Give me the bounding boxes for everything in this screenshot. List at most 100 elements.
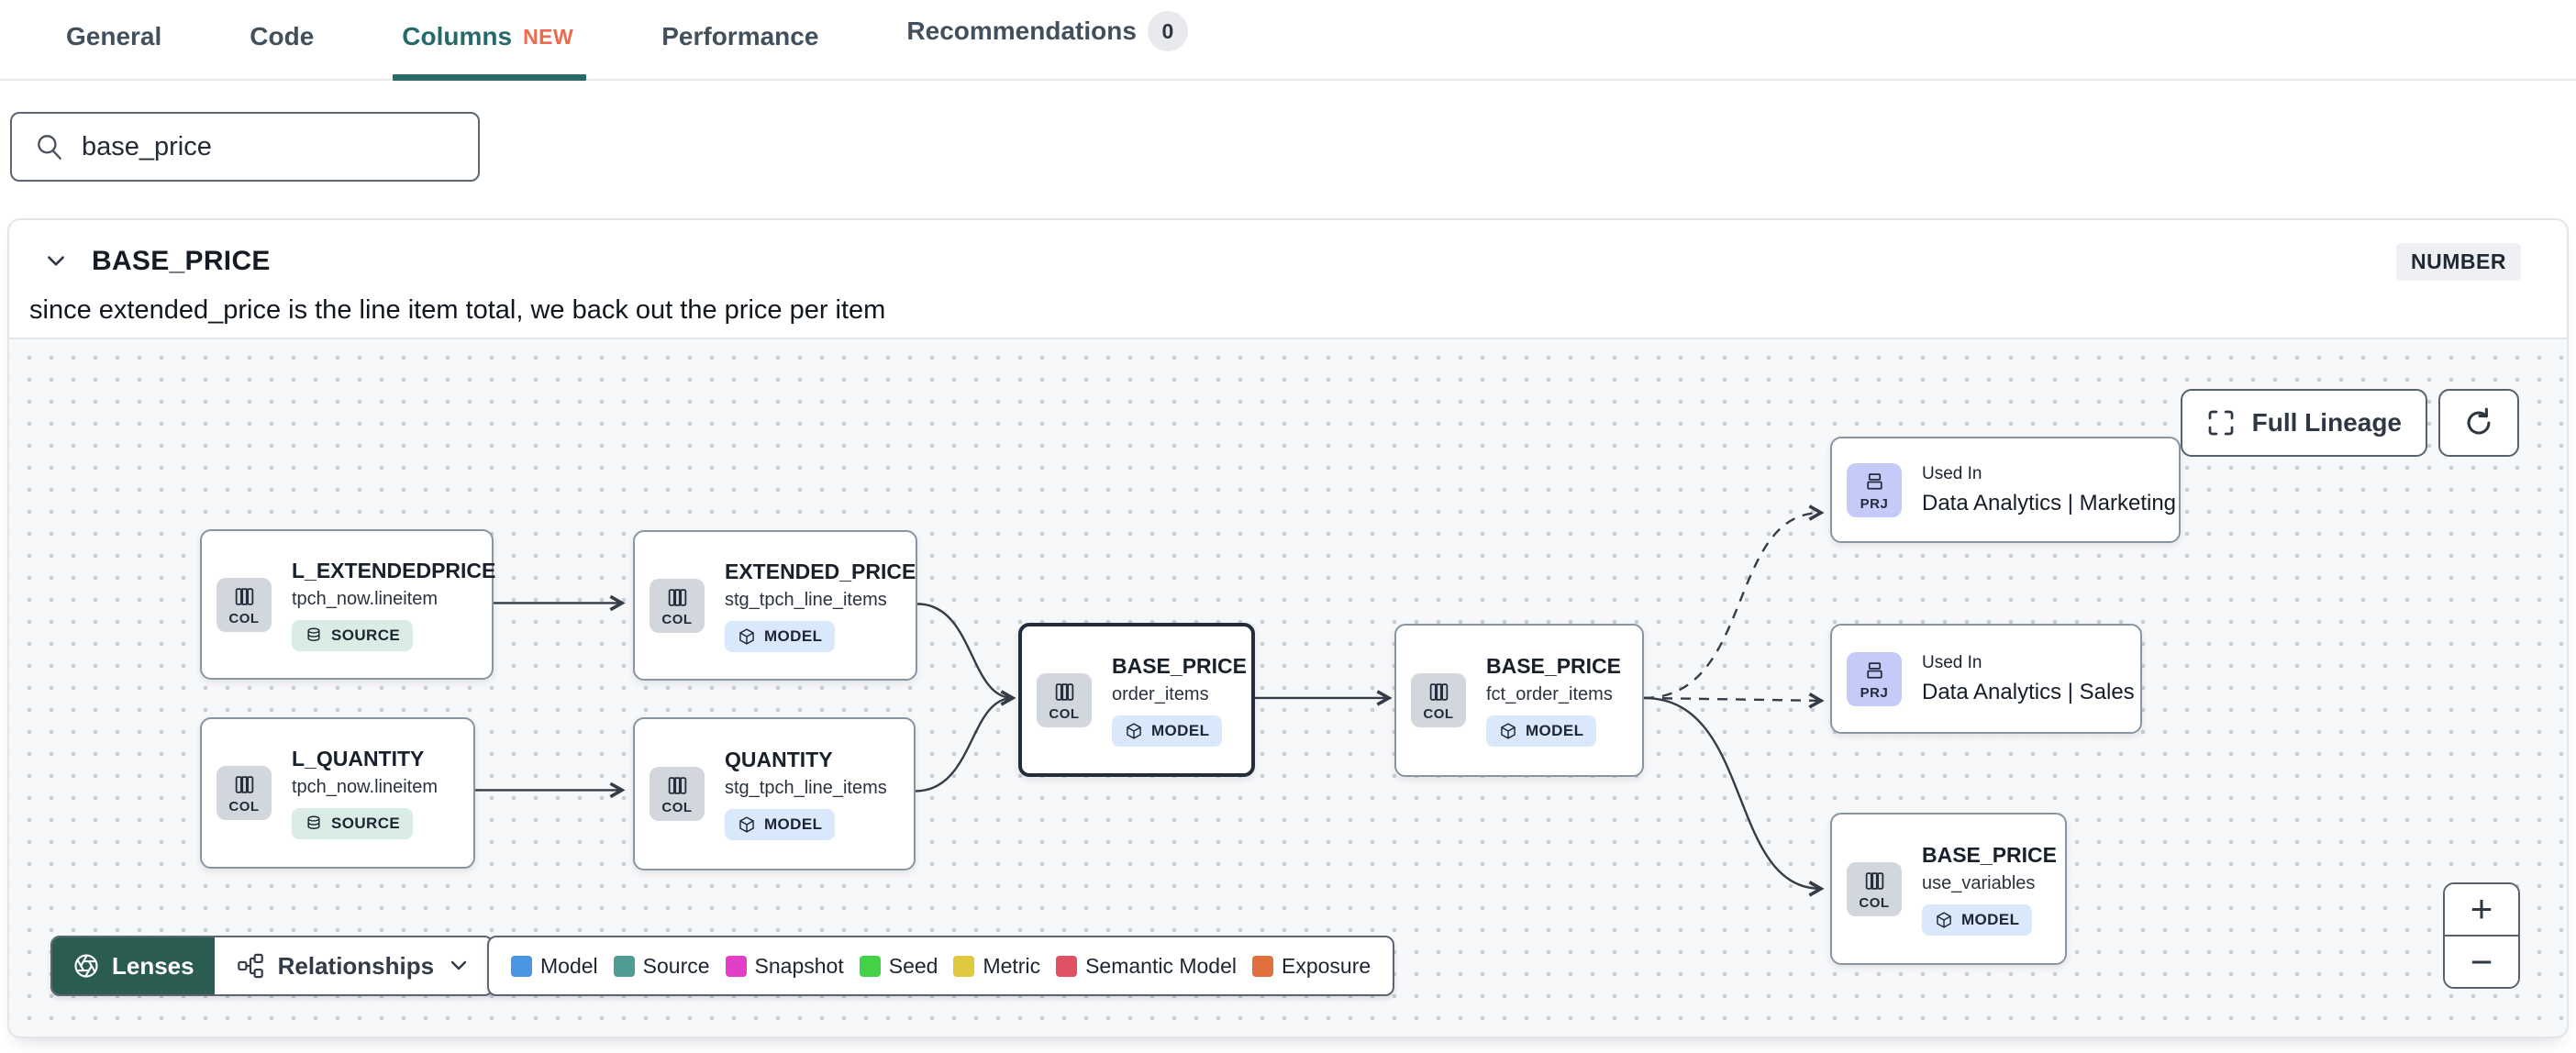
chip-label: PRJ <box>1860 495 1889 512</box>
expand-icon <box>2208 410 2234 436</box>
used-in-label: Used In <box>1922 463 1982 483</box>
database-icon <box>307 627 320 641</box>
relationships-label: Relationships <box>277 951 435 980</box>
full-lineage-label: Full Lineage <box>2251 408 2402 437</box>
tab-code[interactable]: Code <box>250 22 314 79</box>
cube-icon <box>1127 722 1141 739</box>
legend-label: Metric <box>983 953 1041 978</box>
node-title: QUANTITY <box>725 748 833 771</box>
node-title: L_EXTENDEDPRICE <box>292 558 496 582</box>
column-details-card: BASE_PRICE NUMBER since extended_price i… <box>7 218 2569 1038</box>
columns-icon <box>1429 683 1448 701</box>
cube-icon <box>1501 723 1516 739</box>
legend-item-semantic-model: Semantic Model <box>1056 954 1237 979</box>
tab-columns-label: Columns <box>402 22 513 50</box>
node-subtitle: order_items <box>1112 683 1209 704</box>
legend-label: Source <box>642 953 710 978</box>
column-chip: COL <box>1037 672 1092 727</box>
tab-recommendations[interactable]: Recommendations 0 <box>906 11 1188 79</box>
node-title: BASE_PRICE <box>1486 654 1621 678</box>
columns-icon <box>1865 871 1883 890</box>
tab-performance[interactable]: Performance <box>661 22 818 79</box>
lineage-toolbar: Lenses Relationships <box>50 936 494 996</box>
used-in-label: Used In <box>1922 652 1982 672</box>
exposure-swatch <box>1252 955 1273 977</box>
tab-columns[interactable]: Columns NEW <box>393 22 587 81</box>
edge-fct-usevariables <box>1643 696 1825 897</box>
legend-item-metric: Metric <box>953 954 1040 979</box>
badge-label: MODEL <box>764 626 823 645</box>
source-badge: SOURCE <box>292 619 414 651</box>
lineage-node-l-quantity[interactable]: COL L_QUANTITY tpch_now.lineitem SOURCE <box>200 717 475 869</box>
edge-extprice-baseprice <box>916 603 1016 706</box>
lenses-button[interactable]: Lenses <box>52 937 215 994</box>
legend-label: Seed <box>888 953 938 978</box>
zoom-controls: + − <box>2443 882 2520 989</box>
chip-label: PRJ <box>1860 684 1889 701</box>
model-badge: MODEL <box>1112 715 1223 747</box>
badge-label: MODEL <box>1151 721 1210 739</box>
refresh-icon <box>2467 407 2491 435</box>
chip-label: COL <box>661 800 693 815</box>
column-type-badge: NUMBER <box>2396 242 2521 281</box>
detail-tabbar: General Code Columns NEW Performance Rec… <box>0 0 2576 81</box>
lineage-node-used-in-marketing[interactable]: PRJ Used In Data Analytics | Marketing <box>1830 437 2181 543</box>
tab-code-label: Code <box>250 22 315 50</box>
lineage-node-l-extendedprice[interactable]: COL L_EXTENDEDPRICE tpch_now.lineitem SO… <box>200 529 496 680</box>
lineage-node-base-price-use-variables[interactable]: COL BASE_PRICE use_variables MODEL <box>1830 813 2067 965</box>
legend-label: Snapshot <box>754 953 844 978</box>
model-badge: MODEL <box>1486 715 1597 747</box>
badge-label: MODEL <box>1526 722 1584 739</box>
legend-item-snapshot: Snapshot <box>725 953 844 979</box>
legend-label: Semantic Model <box>1085 953 1237 978</box>
refresh-button[interactable] <box>2438 389 2519 457</box>
node-subtitle: stg_tpch_line_items <box>725 778 887 798</box>
badge-label: SOURCE <box>331 815 401 832</box>
node-subtitle: fct_order_items <box>1486 684 1613 704</box>
zoom-out-button[interactable]: − <box>2445 937 2518 987</box>
lineage-node-extended-price[interactable]: COL EXTENDED_PRICE stg_tpch_line_items M… <box>633 530 917 681</box>
column-description: since extended_price is the line item to… <box>29 295 886 325</box>
lineage-node-used-in-sales[interactable]: PRJ Used In Data Analytics | Sales <box>1830 624 2142 734</box>
project-stack-icon <box>1866 661 1882 679</box>
source-badge: SOURCE <box>292 808 414 839</box>
tab-general[interactable]: General <box>66 22 161 79</box>
zoom-in-button[interactable]: + <box>2445 884 2518 935</box>
node-title: Data Analytics | Marketing <box>1922 490 2177 515</box>
metric-swatch <box>953 955 975 977</box>
model-badge: MODEL <box>1922 903 2033 936</box>
edge-qty-baseprice <box>915 696 1014 793</box>
collapse-chevron-icon[interactable] <box>44 251 68 272</box>
badge-label: MODEL <box>1961 910 2020 928</box>
full-lineage-button[interactable]: Full Lineage <box>2180 389 2427 457</box>
legend-item-seed: Seed <box>859 953 938 979</box>
model-badge: MODEL <box>725 809 836 840</box>
search-row <box>0 81 2576 218</box>
column-chip: COL <box>217 766 272 820</box>
node-subtitle: tpch_now.lineitem <box>292 777 438 797</box>
lineage-node-base-price-fct-order-items[interactable]: COL BASE_PRICE fct_order_items MODEL <box>1394 624 1644 777</box>
lineage-node-quantity[interactable]: COL QUANTITY stg_tpch_line_items MODEL <box>633 717 916 870</box>
column-search[interactable] <box>10 112 480 182</box>
legend-item-model: Model <box>511 954 598 979</box>
relationships-dropdown[interactable]: Relationships <box>215 937 492 994</box>
lineage-node-base-price-order-items-selected[interactable]: COL BASE_PRICE order_items MODEL <box>1018 623 1255 777</box>
columns-icon <box>668 588 686 606</box>
chip-label: COL <box>228 610 260 626</box>
edge-fct-marketing <box>1643 504 1825 700</box>
column-header: BASE_PRICE NUMBER <box>9 220 2567 286</box>
column-chip: COL <box>650 578 705 633</box>
badge-label: MODEL <box>764 815 823 833</box>
search-input[interactable] <box>82 131 456 162</box>
lineage-canvas[interactable]: COL L_EXTENDEDPRICE tpch_now.lineitem SO… <box>9 338 2567 1036</box>
node-title: BASE_PRICE <box>1922 842 2057 867</box>
model-swatch <box>511 955 532 977</box>
seed-swatch <box>859 955 881 977</box>
recommendations-count-badge: 0 <box>1147 11 1188 51</box>
columns-icon <box>668 777 686 794</box>
database-icon <box>307 815 320 829</box>
relationships-icon <box>237 953 263 979</box>
column-chip: COL <box>217 577 272 632</box>
new-badge: NEW <box>523 24 574 49</box>
cube-icon <box>739 627 754 645</box>
